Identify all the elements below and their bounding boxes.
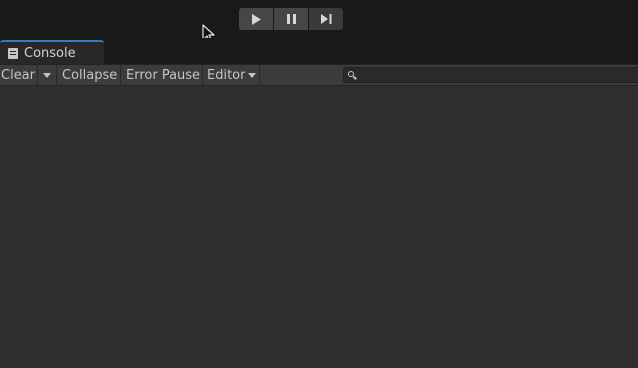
editor-dropdown[interactable]: Editor [203, 65, 260, 85]
chevron-down-icon [248, 72, 257, 78]
pause-icon [286, 14, 296, 24]
collapse-label: Collapse [62, 67, 118, 83]
clear-options-dropdown[interactable] [38, 65, 57, 85]
pause-button[interactable] [274, 8, 308, 30]
play-icon [252, 13, 261, 25]
tab-strip: Console [0, 38, 638, 64]
play-button[interactable] [239, 8, 273, 30]
unity-editor-window: Console Clear Collapse Error Pause Edito… [0, 0, 638, 368]
step-button[interactable] [309, 8, 343, 30]
chevron-down-icon [43, 72, 51, 78]
console-toolbar: Clear Collapse Error Pause Editor [0, 64, 638, 86]
collapse-toggle[interactable]: Collapse [57, 65, 121, 85]
clear-button[interactable]: Clear [0, 65, 38, 85]
search-field [343, 67, 638, 83]
console-log-area[interactable] [0, 86, 638, 368]
error-pause-label: Error Pause [126, 67, 201, 83]
tab-console[interactable]: Console [0, 40, 104, 64]
console-icon [8, 47, 18, 59]
search-input[interactable] [357, 68, 631, 82]
play-controls [239, 8, 343, 30]
error-pause-toggle[interactable]: Error Pause [121, 65, 203, 85]
step-icon [320, 14, 331, 24]
search-icon [348, 70, 357, 80]
tab-label: Console [24, 45, 76, 61]
clear-label: Clear [1, 67, 35, 83]
editor-label: Editor [207, 67, 246, 83]
play-toolbar [0, 0, 638, 43]
